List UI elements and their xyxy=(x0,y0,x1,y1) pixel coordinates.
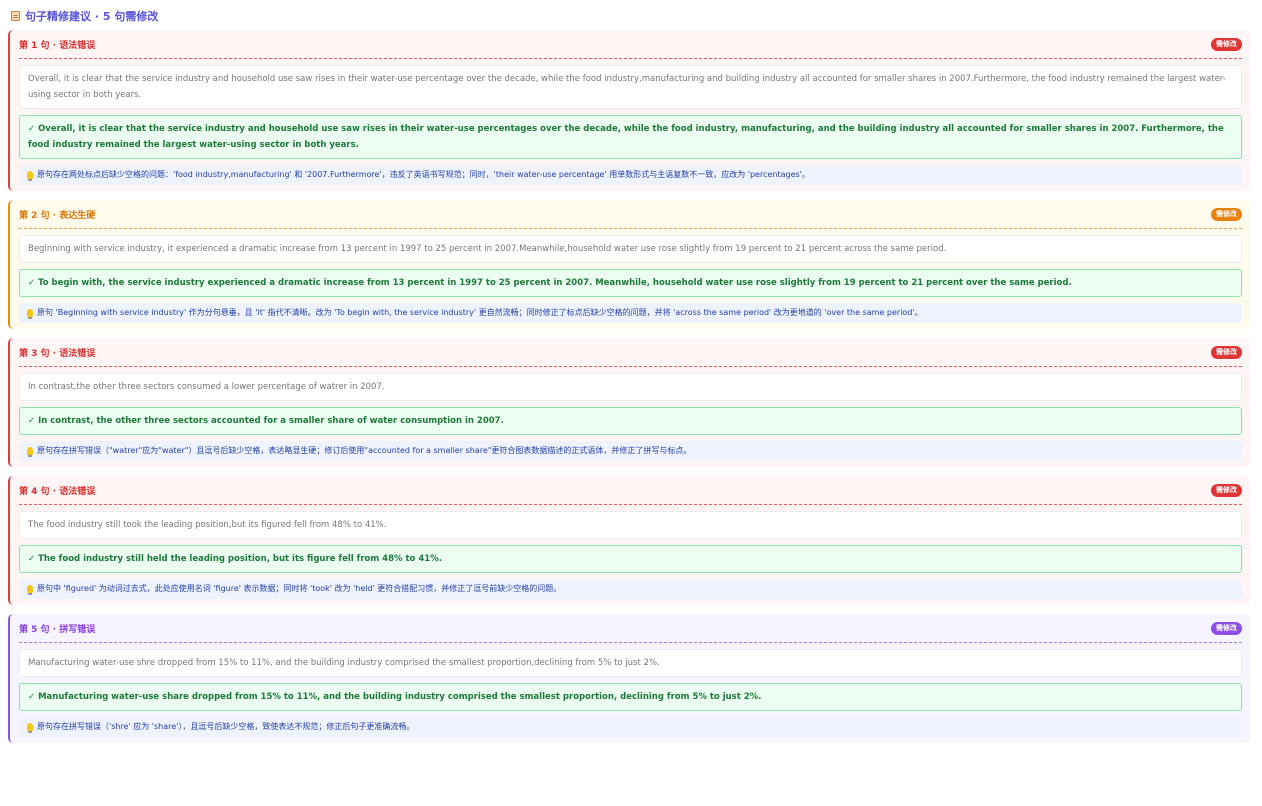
suggestion-card: 第 1 句 · 语法错误 需修改 Overall, it is clear th… xyxy=(8,30,1250,191)
explanation-text: 原句存在拼写错误（'shre' 应为 'share'），且逗号后缺少空格，致使表… xyxy=(37,722,415,731)
status-badge: 需修改 xyxy=(1211,37,1242,51)
suggestion-card: 第 4 句 · 语法错误 需修改 The food industry still… xyxy=(8,476,1250,605)
original-sentence: Manufacturing water-use shre dropped fro… xyxy=(19,649,1242,677)
card-header: 第 4 句 · 语法错误 需修改 xyxy=(19,476,1242,505)
lightbulb-icon xyxy=(27,723,33,733)
revised-sentence: ✓ Overall, it is clear that the service … xyxy=(19,115,1242,159)
explanation-text: 原句中 'figured' 为动词过去式，此处应使用名词 'figure' 表示… xyxy=(37,584,562,593)
explanation-text: 原句 'Beginning with service industry' 作为分… xyxy=(37,308,923,317)
explanation-note: 原句中 'figured' 为动词过去式，此处应使用名词 'figure' 表示… xyxy=(19,579,1242,599)
status-badge: 需修改 xyxy=(1211,207,1242,221)
card-header: 第 1 句 · 语法错误 需修改 xyxy=(19,30,1242,59)
suggestion-card: 第 5 句 · 拼写错误 需修改 Manufacturing water-use… xyxy=(8,614,1250,743)
explanation-text: 原句存在两处标点后缺少空格的问题：'food industry,manufact… xyxy=(37,170,810,179)
refinement-panel: 句子精修建议 · 5 句需修改 第 1 句 · 语法错误 需修改 Overall… xyxy=(0,0,1262,743)
original-sentence: In contrast,the other three sectors cons… xyxy=(19,373,1242,401)
card-title: 第 1 句 · 语法错误 xyxy=(19,40,96,51)
card-title: 第 3 句 · 语法错误 xyxy=(19,348,96,359)
card-title: 第 2 句 · 表达生硬 xyxy=(19,210,96,221)
card-title: 第 5 句 · 拼写错误 xyxy=(19,624,96,635)
explanation-note: 原句存在两处标点后缺少空格的问题：'food industry,manufact… xyxy=(19,165,1242,185)
original-sentence: Beginning with service industry, it expe… xyxy=(19,235,1242,263)
card-header: 第 5 句 · 拼写错误 需修改 xyxy=(19,614,1242,643)
lightbulb-icon xyxy=(27,585,33,595)
explanation-note: 原句存在拼写错误（"watrer"应为"water"）且逗号后缺少空格，表达略显… xyxy=(19,441,1242,461)
lightbulb-icon xyxy=(27,309,33,319)
revised-sentence: ✓ In contrast, the other three sectors a… xyxy=(19,407,1242,435)
revised-sentence: ✓ Manufacturing water-use share dropped … xyxy=(19,683,1242,711)
panel-title: 句子精修建议 · 5 句需修改 xyxy=(25,9,159,23)
suggestion-card: 第 2 句 · 表达生硬 需修改 Beginning with service … xyxy=(8,200,1250,329)
card-title: 第 4 句 · 语法错误 xyxy=(19,486,96,497)
status-badge: 需修改 xyxy=(1211,621,1242,635)
lightbulb-icon xyxy=(27,171,33,181)
original-sentence: The food industry still took the leading… xyxy=(19,511,1242,539)
panel-header: 句子精修建议 · 5 句需修改 xyxy=(11,7,1250,24)
original-sentence: Overall, it is clear that the service in… xyxy=(19,65,1242,109)
suggestion-list: 第 1 句 · 语法错误 需修改 Overall, it is clear th… xyxy=(8,30,1250,743)
explanation-note: 原句 'Beginning with service industry' 作为分… xyxy=(19,303,1242,323)
revised-sentence: ✓ To begin with, the service industry ex… xyxy=(19,269,1242,297)
memo-icon xyxy=(11,10,20,21)
revised-sentence: ✓ The food industry still held the leadi… xyxy=(19,545,1242,573)
card-header: 第 3 句 · 语法错误 需修改 xyxy=(19,338,1242,367)
suggestion-card: 第 3 句 · 语法错误 需修改 In contrast,the other t… xyxy=(8,338,1250,467)
explanation-note: 原句存在拼写错误（'shre' 应为 'share'），且逗号后缺少空格，致使表… xyxy=(19,717,1242,737)
lightbulb-icon xyxy=(27,447,33,457)
status-badge: 需修改 xyxy=(1211,483,1242,497)
explanation-text: 原句存在拼写错误（"watrer"应为"water"）且逗号后缺少空格，表达略显… xyxy=(37,446,692,455)
status-badge: 需修改 xyxy=(1211,345,1242,359)
card-header: 第 2 句 · 表达生硬 需修改 xyxy=(19,200,1242,229)
